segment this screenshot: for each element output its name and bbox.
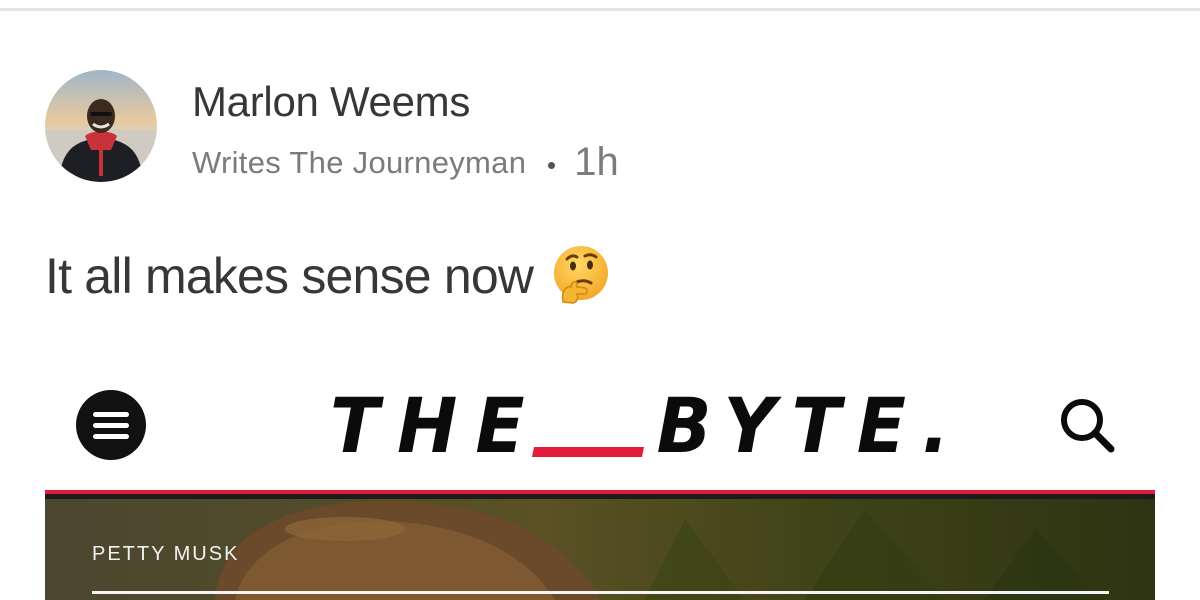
embedded-screenshot[interactable]: THE BYTE. PETTY MUSK: [45, 375, 1155, 600]
post-timestamp: 1h: [574, 140, 619, 184]
hero-image[interactable]: PETTY MUSK: [45, 499, 1155, 600]
post-text: It all makes sense now: [45, 246, 611, 306]
publication-link[interactable]: Writes The Journeyman: [192, 145, 526, 181]
brand-logo-part2: BYTE.: [656, 381, 966, 471]
author-name[interactable]: Marlon Weems: [192, 78, 470, 126]
dot-separator: [548, 162, 556, 169]
hamburger-menu-icon[interactable]: [76, 390, 146, 460]
category-label[interactable]: PETTY MUSK: [92, 543, 239, 566]
brand-logo-part1: THE: [330, 381, 543, 471]
brand-underscore: [531, 447, 644, 457]
byline: Writes The Journeyman 1h: [192, 140, 619, 185]
search-icon[interactable]: [1055, 393, 1121, 459]
feed-post: Marlon Weems Writes The Journeyman 1h It…: [0, 0, 1200, 600]
top-divider: [0, 8, 1200, 11]
brand-logo[interactable]: THE BYTE.: [330, 382, 965, 470]
post-text-content: It all makes sense now: [45, 248, 534, 304]
avatar[interactable]: [45, 70, 157, 182]
hero-divider: [92, 591, 1109, 594]
thinking-face-icon: [551, 244, 611, 304]
